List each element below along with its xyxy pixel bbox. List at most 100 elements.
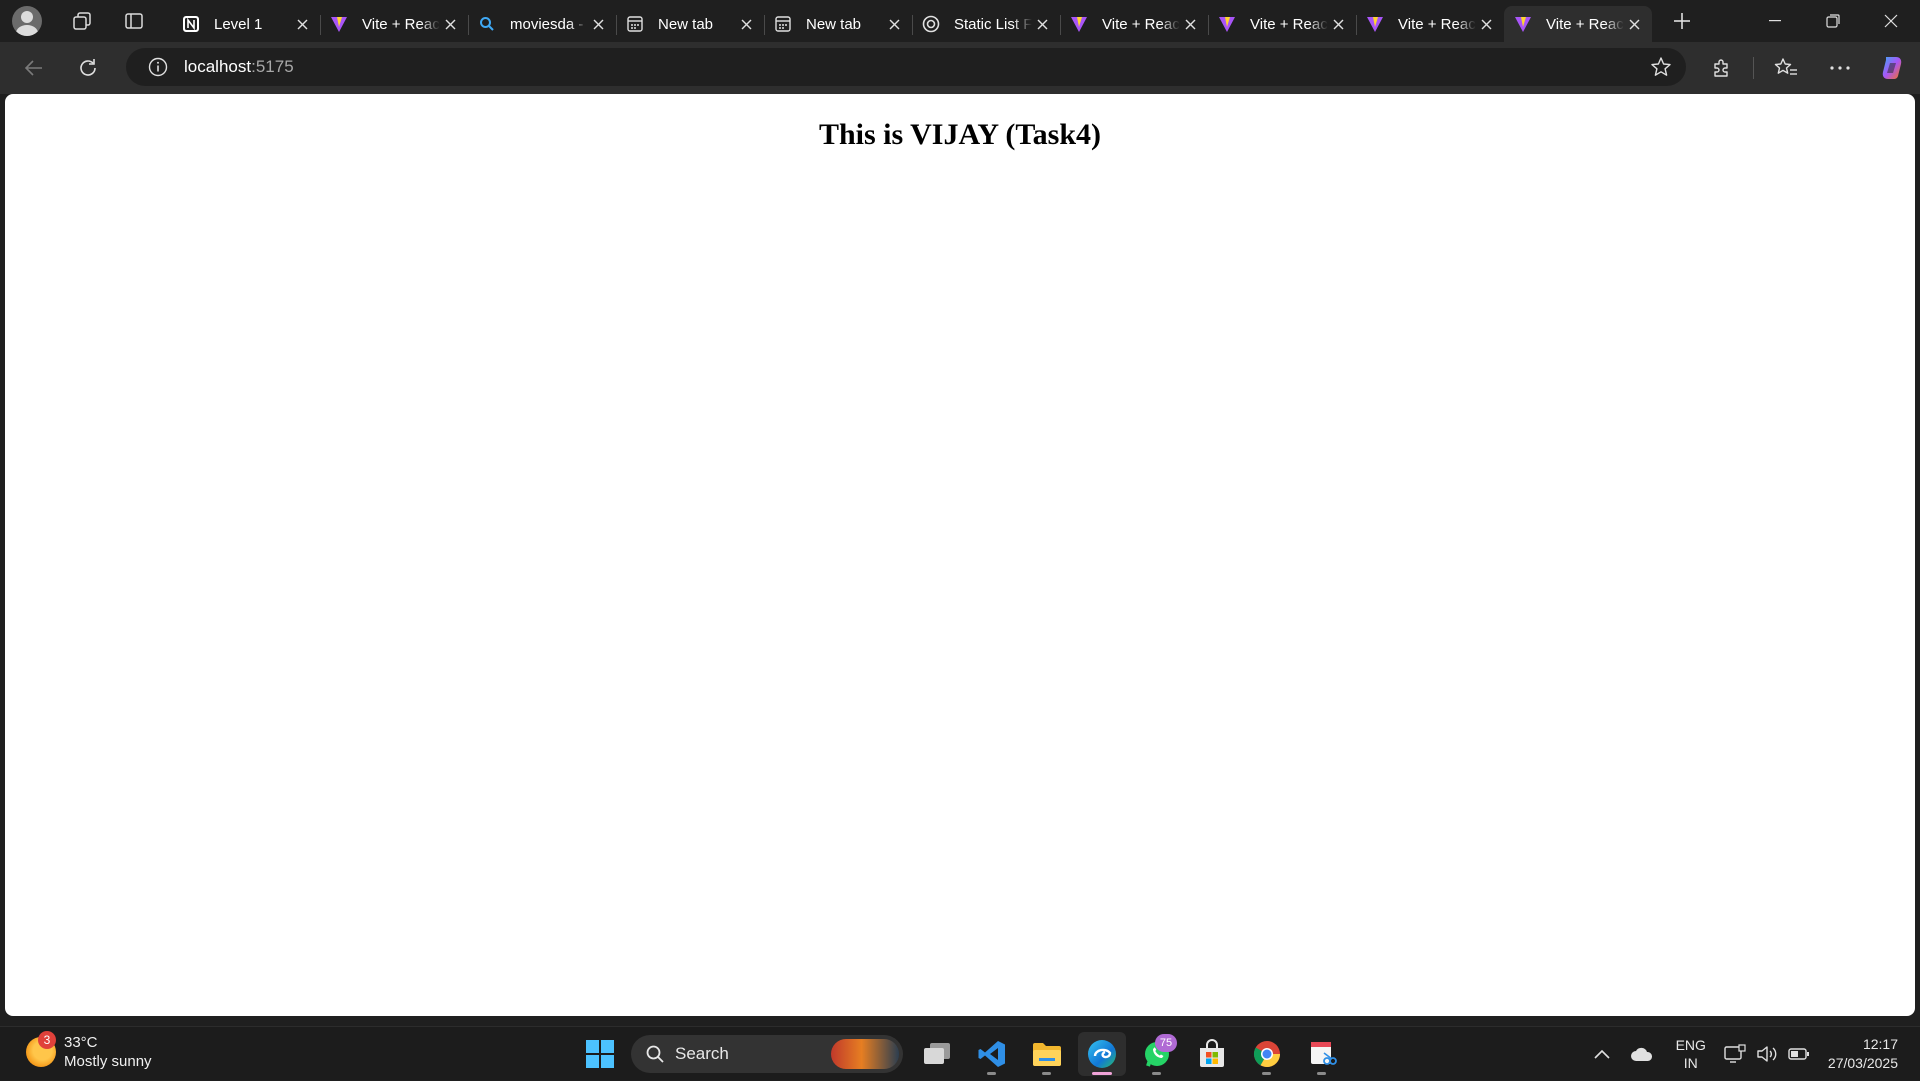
tab-title: Static List F [954,15,1032,33]
window-controls [1746,0,1920,42]
browser-tab[interactable]: Vite + React [1356,6,1504,42]
browser-toolbar: localhost:5175 [0,42,1920,94]
system-tray: ENG IN 12:17 27/03/2025 [1594,1027,1920,1081]
vertical-tabs-icon[interactable] [116,5,152,37]
tab-title: moviesda - [510,15,584,33]
tab-title: Vite + React [1102,15,1180,33]
tab-title: Vite + React [1546,15,1624,33]
tab-close-icon[interactable] [1032,14,1052,34]
restore-button[interactable] [1804,0,1862,42]
clock[interactable]: 12:17 27/03/2025 [1828,1035,1898,1073]
browser-tab[interactable]: New tab [616,6,764,42]
search-icon [478,15,496,33]
toolbar-separator [1753,57,1754,79]
search-label: Search [675,1044,729,1063]
tab-title: Level 1 [214,15,263,33]
tab-close-icon[interactable] [440,14,460,34]
tab-close-icon[interactable] [1328,14,1348,34]
browser-tab[interactable]: moviesda - [468,6,616,42]
tab-title: Vite + React [1250,15,1328,33]
browser-tab[interactable]: Vite + React [1208,6,1356,42]
tab-close-icon[interactable] [1624,14,1644,34]
battery-icon[interactable] [1788,1047,1810,1061]
weather-condition: Mostly sunny [64,1053,152,1070]
chevron-up-icon[interactable] [1594,1049,1610,1059]
tab-close-icon[interactable] [588,14,608,34]
tab-list: Level 1 Vite + React moviesda - New tab New … [172,0,1652,42]
url-port: :5175 [251,57,294,76]
close-window-button[interactable] [1862,0,1920,42]
extensions-icon[interactable] [1703,50,1739,86]
search-highlight-image [831,1039,899,1069]
favorite-star-icon[interactable] [1650,56,1672,83]
taskbar-apps: Search 75 [576,1027,1353,1081]
vscode-icon[interactable] [968,1032,1016,1076]
tab-close-icon[interactable] [736,14,756,34]
language-indicator[interactable]: ENG IN [1676,1036,1706,1072]
network-icon[interactable] [1724,1044,1746,1064]
weather-temp: 33°C [64,1034,98,1051]
tab-close-icon[interactable] [1180,14,1200,34]
page-heading: This is VIJAY (Task4) [818,118,1102,151]
site-info-icon[interactable] [147,56,169,78]
newtab-icon [626,15,644,33]
taskbar-search[interactable]: Search [631,1035,903,1073]
workspaces-icon[interactable] [64,5,100,37]
browser-tab[interactable]: Static List F [912,6,1060,42]
tab-close-icon[interactable] [1476,14,1496,34]
windows-taskbar: 3 33°C Mostly sunny Search 75 ENG IN 12:… [0,1026,1920,1080]
tab-strip: Level 1 Vite + React moviesda - New tab New … [0,0,1920,42]
vite-icon [1514,15,1532,33]
refresh-button[interactable] [70,50,106,86]
clock-time: 12:17 [1862,1036,1898,1052]
url-host: localhost [184,57,252,76]
snipping-tool-icon[interactable] [1298,1032,1346,1076]
copilot-icon[interactable] [1874,50,1910,86]
file-explorer-icon[interactable] [1023,1032,1071,1076]
browser-tab[interactable]: New tab [764,6,912,42]
weather-badge: 3 [38,1031,56,1049]
whatsapp-badge: 75 [1155,1034,1177,1052]
tab-title: New tab [806,15,862,33]
new-tab-button[interactable] [1664,3,1700,39]
language-line1: ENG [1675,1037,1706,1053]
profile-avatar[interactable] [12,6,42,36]
browser-tab[interactable]: Vite + React [320,6,468,42]
more-options-icon[interactable] [1822,50,1858,86]
tab-close-icon[interactable] [884,14,904,34]
clock-date: 27/03/2025 [1827,1055,1898,1071]
browser-tab[interactable]: Vite + React [1504,6,1652,42]
weather-widget[interactable]: 3 33°C Mostly sunny [26,1031,152,1071]
tab-title: Vite + React [1398,15,1476,33]
microsoft-store-icon[interactable] [1188,1032,1236,1076]
vite-icon [330,15,348,33]
url-text[interactable]: localhost:5175 [184,57,294,77]
address-bar[interactable]: localhost:5175 [126,48,1686,86]
page-viewport: This is VIJAY (Task4) [5,94,1915,1016]
edge-browser-icon[interactable] [1078,1032,1126,1076]
browser-tab[interactable]: Vite + React [1060,6,1208,42]
back-button[interactable] [16,50,52,86]
onedrive-cloud-icon[interactable] [1630,1046,1654,1062]
tab-title: New tab [658,15,714,33]
notion-icon [182,15,200,33]
tab-close-icon[interactable] [292,14,312,34]
vite-icon [1070,15,1088,33]
browser-tab[interactable]: Level 1 [172,6,320,42]
vite-icon [1218,15,1236,33]
whatsapp-icon[interactable]: 75 [1133,1032,1181,1076]
toolbar-right [1683,42,1920,94]
search-icon [646,1045,664,1063]
chatgpt-icon [922,15,940,33]
tab-title: Vite + React [362,15,440,33]
task-view-button[interactable] [913,1032,961,1076]
chrome-icon[interactable] [1243,1032,1291,1076]
language-line2: IN [1683,1055,1698,1071]
volume-icon[interactable] [1756,1044,1778,1064]
favorites-icon[interactable] [1768,50,1804,86]
newtab-icon [774,15,792,33]
minimize-button[interactable] [1746,0,1804,42]
vite-icon [1366,15,1384,33]
start-button[interactable] [576,1032,624,1076]
weather-sun-icon: 3 [26,1031,56,1067]
